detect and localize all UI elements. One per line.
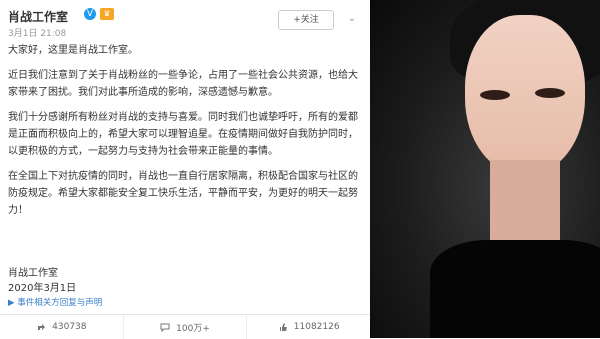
comment-icon <box>160 323 170 332</box>
like-count: 11082126 <box>293 322 340 332</box>
topic-tag-icon: ▶ <box>8 298 15 308</box>
share-action[interactable]: 430738 <box>0 315 124 339</box>
post-username[interactable]: 肖战工作室 <box>8 8 68 25</box>
photo-jacket <box>430 240 600 338</box>
like-icon <box>279 323 287 331</box>
like-action[interactable]: 11082126 <box>247 315 370 339</box>
photo-eye-right <box>535 88 565 98</box>
portrait-photo <box>370 0 600 338</box>
topic-tag[interactable]: ▶ 事件相关方回复与声明 <box>8 296 102 308</box>
more-options-icon[interactable]: ⌄ <box>344 10 360 28</box>
post-timestamp: 3月1日 21:08 <box>8 29 67 39</box>
signature-name: 肖战工作室 <box>8 268 58 279</box>
weibo-post: 肖战工作室 V ♛ 3月1日 21:08 +关注 ⌄ 大家好，这里是肖战工作室。… <box>0 0 370 339</box>
post-paragraph-3: 我们十分感谢所有粉丝对肖战的支持与喜爱。同时我们也诚挚呼吁，所有的爱都是正面而积… <box>8 112 358 157</box>
crown-icon: ♛ <box>100 8 114 20</box>
signature-date: 2020年3月1日 <box>8 283 77 294</box>
comment-action[interactable]: 100万+ <box>124 315 248 339</box>
post-paragraph-2: 近日我们注意到了关于肖战粉丝的一些争论，占用了一些社会公共资源，也给大家带来了困… <box>8 70 358 98</box>
post-signature: 肖战工作室 2020年3月1日 <box>8 266 76 296</box>
share-count: 430738 <box>52 322 87 332</box>
screenshot-frame: 肖战工作室 V ♛ 3月1日 21:08 +关注 ⌄ 大家好，这里是肖战工作室。… <box>0 0 600 339</box>
post-paragraph-4: 在全国上下对抗疫情的同时，肖战也一直自行居家隔离，积极配合国家与社区的防疫规定。… <box>8 171 358 216</box>
post-content: 大家好，这里是肖战工作室。 近日我们注意到了关于肖战粉丝的一些争论，占用了一些社… <box>8 42 363 227</box>
topic-tag-label: 事件相关方回复与声明 <box>17 298 103 308</box>
photo-eye-left <box>480 90 510 100</box>
verified-icon: V <box>84 8 96 20</box>
post-actions: 430738 100万+ 11082126 <box>0 314 370 339</box>
share-icon <box>38 324 46 330</box>
follow-button[interactable]: +关注 <box>278 10 334 30</box>
comment-count: 100万+ <box>176 323 210 334</box>
post-paragraph-1: 大家好，这里是肖战工作室。 <box>8 45 138 56</box>
